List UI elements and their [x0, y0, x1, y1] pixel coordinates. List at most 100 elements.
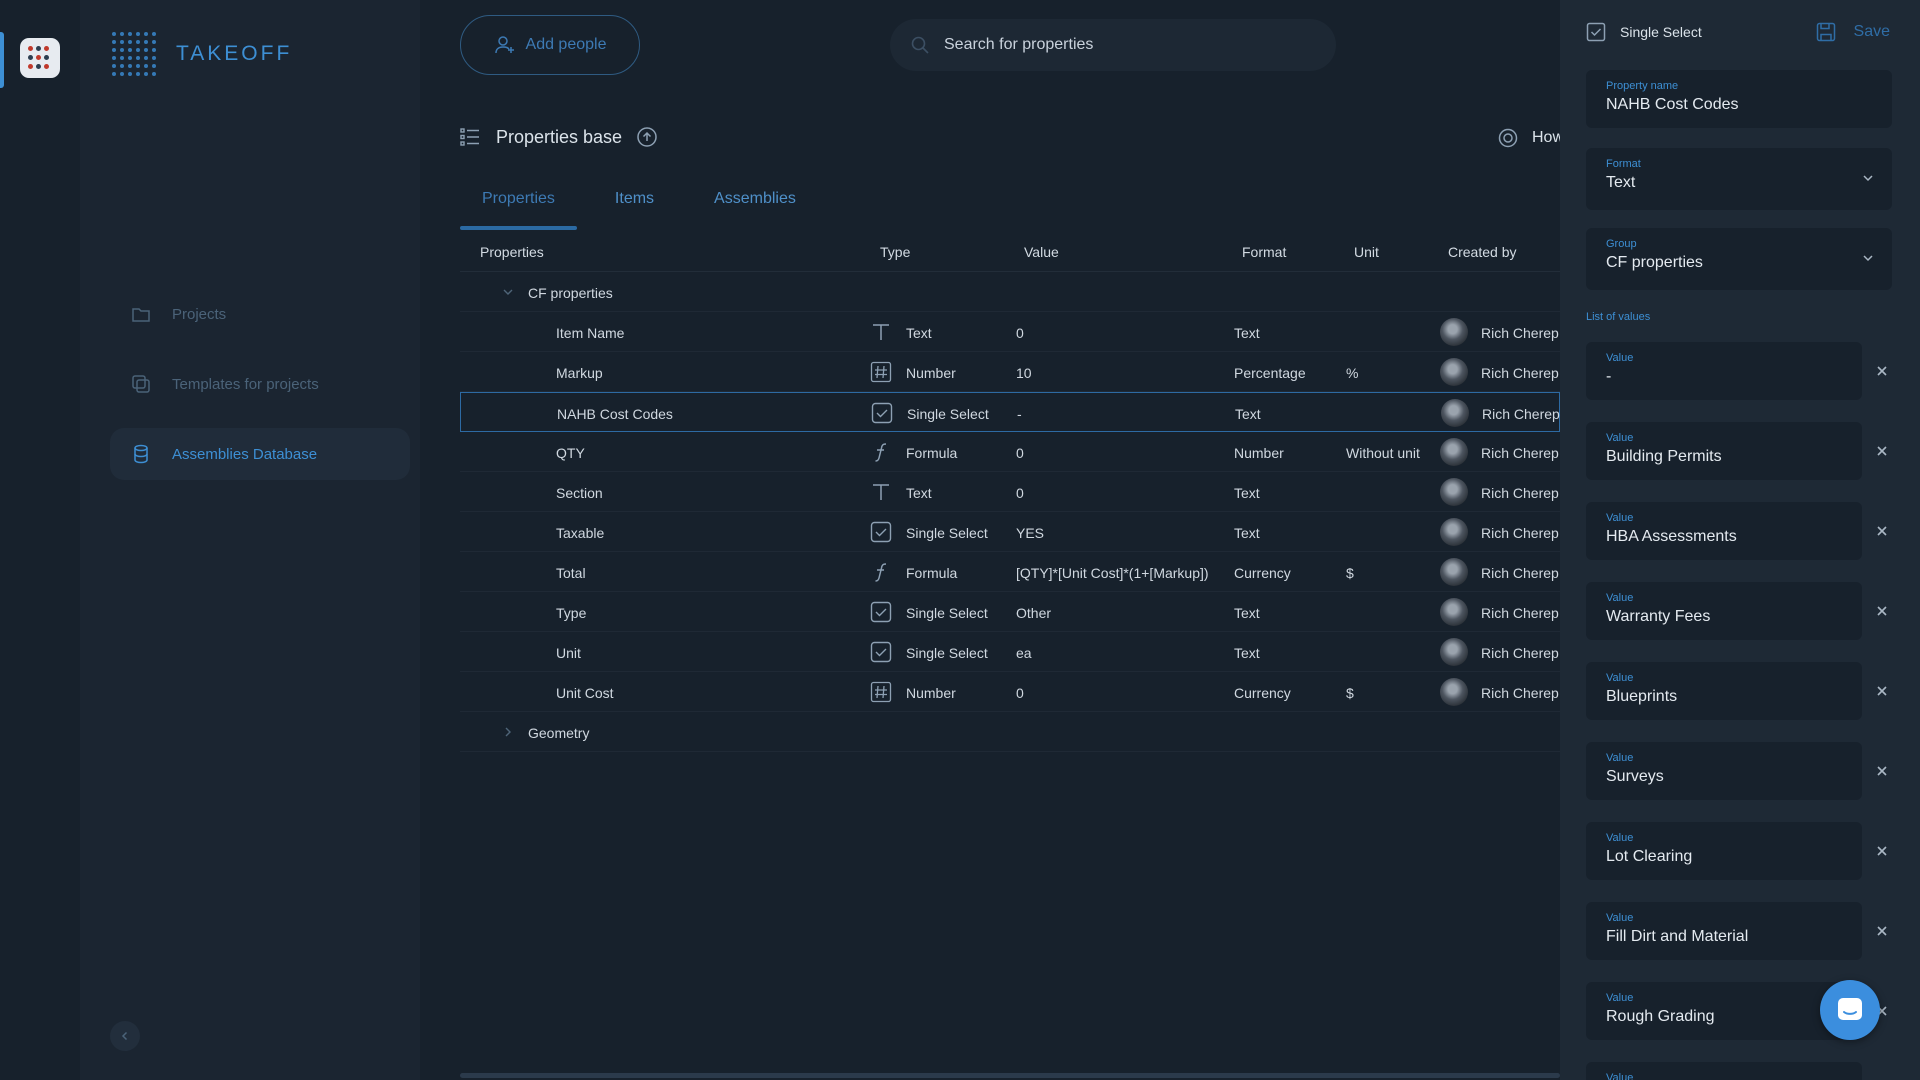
value-label: Value	[1606, 512, 1634, 524]
remove-value-icon[interactable]	[1874, 443, 1890, 459]
value-field[interactable]: Value Surveys	[1586, 742, 1862, 800]
property-name: QTY	[556, 445, 585, 461]
table-row[interactable]: Total Formula [QTY]*[Unit Cost]*(1+[Markup…	[460, 552, 1560, 592]
remove-value-icon[interactable]	[1874, 763, 1890, 779]
table-row[interactable]: Markup Number 10 Percentage% Rich Cherep	[460, 352, 1560, 392]
value-field[interactable]: Value Fill Dirt and Material	[1586, 902, 1862, 960]
search-input[interactable]	[944, 36, 1304, 54]
add-people-button[interactable]: Add people	[460, 15, 640, 75]
nav-item-templates[interactable]: Templates for projects	[110, 358, 410, 410]
value-label: Value	[1606, 1072, 1634, 1080]
value-field[interactable]: Value Warranty Fees	[1586, 582, 1862, 640]
property-name-label: Property name	[1606, 80, 1679, 92]
chevron-down-icon[interactable]	[502, 286, 514, 298]
value-label: Value	[1606, 912, 1634, 924]
value-field[interactable]: Value HBA Assessments	[1586, 502, 1862, 560]
nav-item-label: Projects	[172, 305, 227, 323]
column-header-type[interactable]: Type	[880, 244, 910, 260]
property-value: 0	[1016, 485, 1024, 501]
brand-name: TAKEOFF	[176, 42, 293, 65]
property-value: ea	[1016, 645, 1032, 661]
value-label: Value	[1606, 592, 1634, 604]
column-header-value[interactable]: Value	[1024, 244, 1059, 260]
single-select-icon	[1586, 22, 1606, 42]
upload-icon[interactable]	[636, 126, 658, 148]
property-value: YES	[1016, 525, 1045, 541]
templates-icon	[132, 375, 150, 393]
remove-value-icon[interactable]	[1874, 843, 1890, 859]
table-row[interactable]: Section Text 0 Text Rich Cherep	[460, 472, 1560, 512]
format-select[interactable]: Format Text	[1586, 148, 1892, 210]
group-select[interactable]: Group CF properties	[1586, 228, 1892, 290]
property-value: 0	[1016, 325, 1024, 341]
search-bar[interactable]	[890, 19, 1336, 71]
column-header-created-by[interactable]: Created by	[1448, 244, 1516, 260]
property-format: Text	[1235, 406, 1261, 422]
table-row[interactable]: Unit Cost Number 0 Currency $ Rich Cherep	[460, 672, 1560, 712]
save-icon	[1816, 22, 1835, 42]
chat-support-button[interactable]	[1820, 980, 1880, 1040]
property-name: Markup	[556, 365, 603, 381]
value-field[interactable]: Value Building Permits	[1586, 422, 1862, 480]
property-format: Percentage	[1234, 365, 1306, 381]
table-row[interactable]: Taxable Single Select YES Text Rich Cherep	[460, 512, 1560, 552]
property-name: Taxable	[556, 525, 605, 541]
howto-link[interactable]: How	[1498, 128, 1560, 148]
property-name-field[interactable]: Property name NAHB Cost Codes	[1586, 70, 1892, 128]
value-field[interactable]: Value Blueprints	[1586, 662, 1862, 720]
chevron-left-icon	[121, 1031, 128, 1041]
avatar	[1440, 438, 1468, 466]
table-row[interactable]: QTY Formula 0 Number Without unit Rich Cherep	[460, 432, 1560, 472]
avatar	[1440, 598, 1468, 626]
property-value: 0	[1016, 445, 1024, 461]
workspace-avatar[interactable]	[20, 38, 60, 78]
save-button[interactable]: Save	[1816, 22, 1890, 42]
created-by: Rich Cherep	[1482, 406, 1560, 422]
table-row[interactable]: NAHB Cost Codes Single Select - Text Rich Ch…	[460, 392, 1560, 432]
page-title: Properties base	[496, 126, 623, 147]
avatar	[1440, 318, 1468, 346]
chevron-right-icon[interactable]	[502, 726, 514, 738]
value-label: Value	[1606, 672, 1634, 684]
nav-item-projects[interactable]: Projects	[110, 288, 410, 340]
brand[interactable]: TAKEOFF	[110, 30, 292, 78]
remove-value-icon[interactable]	[1874, 363, 1890, 379]
value-field[interactable]: Value	[1586, 1062, 1862, 1080]
tab-assemblies[interactable]: Assemblies	[692, 178, 818, 230]
avatar	[1440, 638, 1468, 666]
property-format: Text	[1234, 325, 1260, 341]
value-label: Value	[1606, 352, 1634, 364]
table-row[interactable]: Unit Single Select ea Text Rich Cherep	[460, 632, 1560, 672]
avatar	[1440, 678, 1468, 706]
column-header-properties[interactable]: Properties	[480, 244, 544, 260]
remove-value-icon[interactable]	[1874, 523, 1890, 539]
table-row[interactable]: Item Name Text 0 Text Rich Cherep	[460, 312, 1560, 352]
column-header-format[interactable]: Format	[1242, 244, 1286, 260]
nav-item-assemblies-database[interactable]: Assemblies Database	[110, 428, 410, 480]
tab-items[interactable]: Items	[593, 178, 676, 230]
value-text: Blueprints	[1606, 688, 1678, 705]
horizontal-scrollbar[interactable]	[460, 1073, 1560, 1078]
group-row[interactable]: CF properties	[460, 272, 1560, 312]
group-name: CF properties	[528, 285, 613, 301]
value-field[interactable]: Value Lot Clearing	[1586, 822, 1862, 880]
property-format: Text	[1234, 645, 1260, 661]
created-by: Rich Cherep	[1481, 605, 1559, 621]
remove-value-icon[interactable]	[1874, 683, 1890, 699]
tab-properties[interactable]: Properties	[460, 178, 577, 230]
column-header-unit[interactable]: Unit	[1354, 244, 1379, 260]
rail-active-indicator	[0, 32, 4, 88]
remove-value-icon[interactable]	[1874, 923, 1890, 939]
avatar	[1441, 399, 1469, 427]
table-row[interactable]: Type Single Select Other Text Rich Cherep	[460, 592, 1560, 632]
property-type: Number	[906, 685, 956, 701]
property-name: Total	[556, 565, 586, 581]
property-format: Currency	[1234, 685, 1291, 701]
search-icon	[911, 36, 929, 54]
group-label: Group	[1606, 238, 1637, 250]
collapse-sidebar-button[interactable]	[110, 1021, 140, 1051]
remove-value-icon[interactable]	[1874, 603, 1890, 619]
value-text: Rough Grading	[1606, 1008, 1715, 1025]
group-row[interactable]: Geometry	[460, 712, 1560, 752]
value-field[interactable]: Value -	[1586, 342, 1862, 400]
